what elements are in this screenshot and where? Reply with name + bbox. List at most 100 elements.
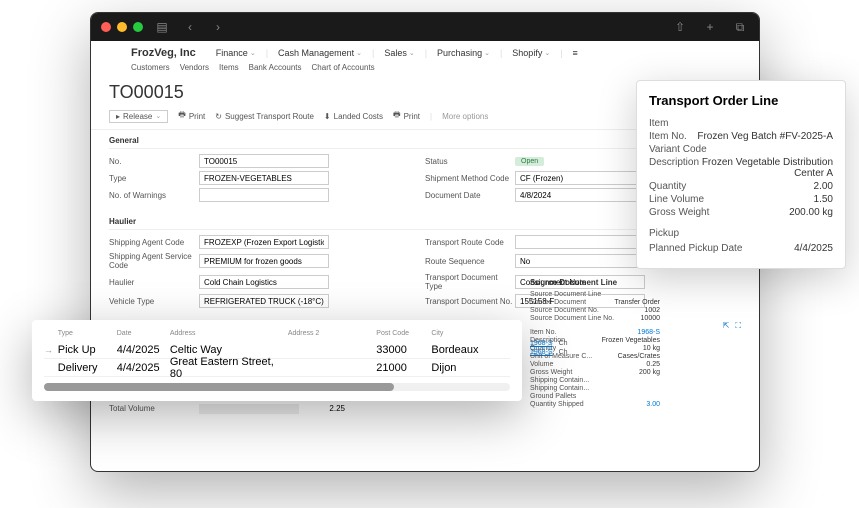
lines-grid-popup: Type Date Address Address 2 Post Code Ci… — [32, 320, 522, 401]
brand[interactable]: FrozVeg, Inc — [131, 47, 196, 59]
dp-label: Source Document — [530, 299, 586, 306]
pickup-title: Pickup — [649, 228, 833, 239]
print-button[interactable]: 🖶Print — [178, 109, 205, 123]
cell-date: 4/4/2025 — [117, 362, 170, 374]
mini-item-2[interactable]: 1968-S — [530, 349, 553, 356]
share-icon[interactable]: ⇧ — [671, 20, 689, 35]
cell-city: Bordeaux — [431, 344, 510, 356]
label-no: No. — [109, 157, 199, 166]
sp-label: Gross Weight — [649, 207, 709, 218]
input-service[interactable] — [199, 254, 329, 268]
plus-icon[interactable]: + — [701, 20, 719, 35]
nav-finance[interactable]: Finance⌄ — [216, 48, 256, 58]
expand-lines-icon[interactable]: ⛶ — [735, 321, 741, 331]
scrollbar-thumb[interactable] — [44, 383, 394, 391]
order-line-panel: Transport Order Line ItemItem No.Frozen … — [636, 80, 846, 269]
input-agent[interactable] — [199, 235, 329, 249]
landed-costs-button[interactable]: ⬇Landed Costs — [324, 112, 383, 121]
panel-title: Transport Order Line — [649, 93, 833, 108]
nav-shopify[interactable]: Shopify⌄ — [512, 48, 550, 58]
dp-value: Transfer Order — [614, 299, 660, 306]
label-doc-type: Transport Document Type — [425, 273, 515, 291]
label-doc-date: Document Date — [425, 191, 515, 200]
label-status: Status — [425, 157, 515, 166]
back-icon[interactable]: ‹ — [181, 20, 199, 34]
nav-cash[interactable]: Cash Management⌄ — [278, 48, 362, 58]
sp-value: Frozen Veg Batch #FV-2025-A — [697, 131, 833, 142]
release-button[interactable]: ▸Release⌄ — [109, 110, 168, 123]
dp-value: 0.25 — [646, 361, 660, 368]
minimize-icon[interactable] — [117, 22, 127, 32]
dp-label: Gross Weight — [530, 369, 572, 376]
subnav-vendors[interactable]: Vendors — [180, 63, 209, 72]
input-type[interactable] — [199, 171, 329, 185]
sp-label: Planned Pickup Date — [649, 243, 742, 254]
col-date: Date — [117, 330, 170, 337]
detail-title: Source Document Line — [530, 278, 660, 287]
suggest-route-button[interactable]: ↻Suggest Transport Route — [215, 112, 314, 121]
col-addr2: Address 2 — [288, 330, 376, 337]
label-ship-method: Shipment Method Code — [425, 174, 515, 183]
sp-label: Variant Code — [649, 144, 707, 155]
subnav-bank[interactable]: Bank Accounts — [249, 63, 302, 72]
sp-label: Line Volume — [649, 194, 704, 205]
dp-label: Source Document No. — [530, 307, 599, 314]
cell-type: Delivery — [58, 362, 117, 374]
subnav-chart[interactable]: Chart of Accounts — [312, 63, 375, 72]
dp-label: Ground Pallets — [530, 393, 576, 400]
label-tdoc-no: Transport Document No. — [425, 297, 515, 306]
close-icon[interactable] — [101, 22, 111, 32]
titlebar: ▤ ‹ › ⇧ + ⧉ — [91, 13, 759, 41]
label-seq: Route Sequence — [425, 257, 515, 266]
grid-scrollbar[interactable] — [44, 383, 510, 391]
total-volume: 2.25 — [305, 404, 345, 414]
share-lines-icon[interactable]: ⇱ — [723, 321, 730, 331]
nav-more-icon[interactable]: ≡ — [573, 48, 578, 58]
dp-value: Frozen Vegetables — [602, 337, 660, 344]
input-no[interactable] — [199, 154, 329, 168]
col-post: Post Code — [376, 330, 431, 337]
label-type: Type — [109, 174, 199, 183]
mini-item-1[interactable]: 1968-S — [530, 340, 553, 347]
haulier-title: Haulier — [109, 217, 136, 226]
sp-value: 4/4/2025 — [794, 243, 833, 254]
total-volume-label: Total Volume — [109, 404, 199, 414]
dp-label: Volume — [530, 361, 553, 368]
maximize-icon[interactable] — [133, 22, 143, 32]
more-options[interactable]: More options — [442, 112, 488, 121]
sp-label: Item No. — [649, 131, 687, 142]
input-route[interactable] — [515, 235, 645, 249]
status-badge: Open — [515, 157, 544, 166]
nav-sales[interactable]: Sales⌄ — [384, 48, 414, 58]
forward-icon[interactable]: › — [209, 20, 227, 34]
cell-post: 21000 — [376, 362, 431, 374]
input-haulier[interactable] — [199, 275, 329, 289]
dp-value: 1968-S — [637, 329, 660, 336]
label-warnings: No. of Warnings — [109, 191, 199, 200]
label-service: Shipping Agent Service Code — [109, 252, 199, 270]
sidebar-icon[interactable]: ▤ — [153, 20, 171, 34]
tabs-icon[interactable]: ⧉ — [731, 20, 749, 35]
cell-post: 33000 — [376, 344, 431, 356]
label-vehicle: Vehicle Type — [109, 297, 199, 306]
nav-purchasing[interactable]: Purchasing⌄ — [437, 48, 490, 58]
input-ship-method[interactable] — [515, 171, 645, 185]
label-haulier: Haulier — [109, 278, 199, 287]
dp-value: 10000 — [641, 315, 660, 322]
print2-button[interactable]: 🖶Print — [393, 109, 420, 123]
subnav-customers[interactable]: Customers — [131, 63, 170, 72]
dp-label: Shipping Contain... — [530, 385, 589, 392]
cell-city: Dijon — [431, 362, 510, 374]
sp-value: 200.00 kg — [789, 207, 833, 218]
dp-label: Source Document Line — [530, 291, 601, 298]
dp-label: Source Document Line No. — [530, 315, 614, 322]
sp-value: 2.00 — [814, 181, 833, 192]
table-row[interactable]: Delivery4/4/2025Great Eastern Street, 80… — [44, 359, 510, 377]
dp-value: 3.00 — [646, 401, 660, 408]
input-doc-date[interactable] — [515, 188, 645, 202]
subnav-items[interactable]: Items — [219, 63, 239, 72]
input-vehicle[interactable] — [199, 294, 329, 308]
cell-addr: Great Eastern Street, 80 — [170, 356, 288, 380]
input-seq[interactable] — [515, 254, 645, 268]
input-warnings[interactable] — [199, 188, 329, 202]
